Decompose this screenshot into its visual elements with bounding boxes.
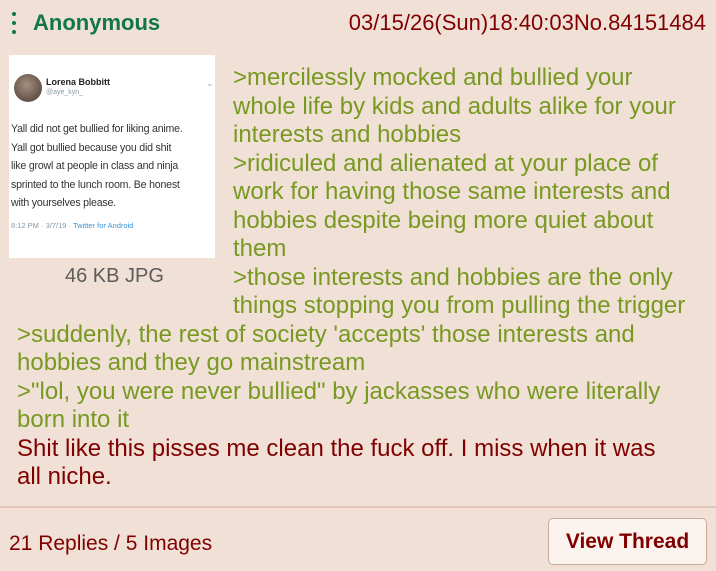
- more-options-icon[interactable]: [10, 12, 18, 36]
- tweet-footer: 8:12 PM · 3/7/19 · Twitter for Android: [11, 221, 133, 230]
- comment-line: Shit like this pisses me clean the fuck …: [17, 435, 656, 462]
- greentext-line: them: [233, 235, 287, 262]
- divider: [0, 506, 716, 508]
- thread-post: Anonymous 03/15/26(Sun)18:40:03​No.84151…: [0, 0, 716, 571]
- tweet-line: Yall did not get bullied for liking anim…: [11, 123, 183, 135]
- greentext-line: >suddenly, the rest of society 'accepts'…: [17, 321, 635, 348]
- post-number[interactable]: No.84151484: [574, 10, 706, 35]
- comment-line: all niche.: [17, 463, 112, 490]
- greentext-line: hobbies and they go mainstream: [17, 349, 366, 376]
- avatar: [14, 74, 42, 102]
- tweet-line: sprinted to the lunch room. Be honest: [11, 178, 180, 191]
- tweet-line: Yall got bullied because you did shit: [11, 141, 172, 154]
- tweet-line: with yourselves please.: [11, 197, 116, 209]
- greentext-line: hobbies despite being more quiet about: [233, 207, 654, 234]
- post-meta: 03/15/26(Sun)18:40:03​No.84151484: [349, 10, 706, 36]
- greentext-line: things stopping you from pulling the tri…: [233, 292, 686, 319]
- greentext-line: work for having those same interests and: [233, 178, 671, 205]
- view-thread-button[interactable]: View Thread: [548, 518, 707, 565]
- tweet-via: Twitter for Android: [72, 221, 134, 230]
- greentext-line: born into it: [17, 406, 130, 433]
- post-header: Anonymous 03/15/26(Sun)18:40:03​No.84151…: [0, 0, 716, 46]
- image-thumbnail[interactable]: Lorena Bobbitt @aye_kyn_ ⌄ Yall did not …: [9, 55, 215, 258]
- greentext-line: interests and hobbies: [233, 121, 462, 148]
- greentext-line: >"lol, you were never bullied" by jackas…: [17, 378, 661, 405]
- tweet-handle: @aye_kyn_: [46, 89, 84, 96]
- greentext-line: >those interests and hobbies are the onl…: [233, 264, 673, 291]
- tweet-line: like growl at people in class and ninja: [11, 160, 179, 172]
- post-datetime: 03/15/26(Sun)18:40:03: [348, 10, 574, 35]
- reply-summary: 21 Replies / 5 Images: [9, 532, 213, 555]
- tweet-timestamp: 8:12 PM · 3/7/19 ·: [11, 221, 73, 230]
- greentext-line: whole life by kids and adults alike for …: [233, 93, 676, 120]
- poster-name: Anonymous: [33, 10, 161, 35]
- chevron-down-icon: ⌄: [206, 78, 214, 88]
- tweet-display-name: Lorena Bobbitt: [46, 77, 110, 87]
- tweet-text: Yall did not get bullied for liking anim…: [11, 120, 213, 213]
- greentext-line: >mercilessly mocked and bullied your: [233, 64, 633, 91]
- post-footer: 21 Replies / 5 Images View Thread: [0, 506, 716, 571]
- file-info: 46 KB JPG: [65, 265, 164, 287]
- greentext-line: >ridiculed and alienated at your place o…: [233, 150, 658, 177]
